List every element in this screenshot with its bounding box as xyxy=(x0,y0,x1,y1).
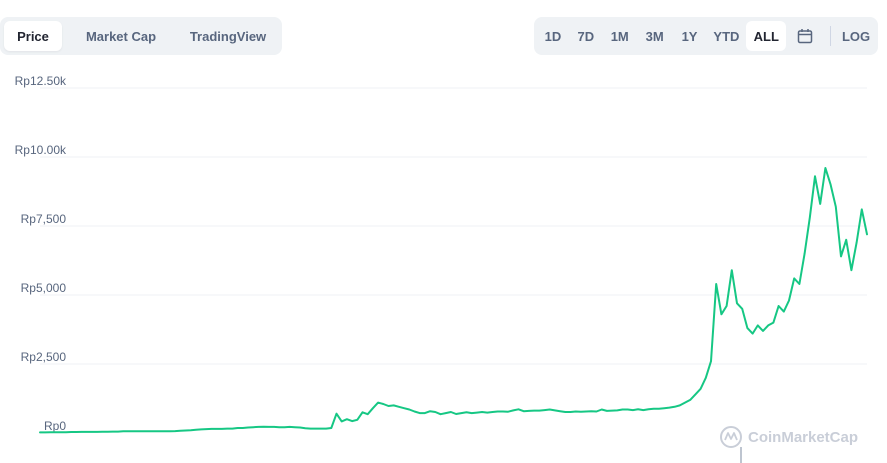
coinmarketcap-logo-icon xyxy=(720,426,742,448)
y-tick-label: Rp5,000 xyxy=(21,281,67,295)
y-tick-label: Rp12.50k xyxy=(15,74,67,88)
y-tick-label: Rp7,500 xyxy=(21,212,67,226)
y-tick-label: Rp0 xyxy=(44,419,66,433)
price-series-line xyxy=(39,167,868,434)
watermark-text: CoinMarketCap xyxy=(748,429,858,446)
watermark: CoinMarketCap xyxy=(720,426,858,463)
price-chart: Rp0 Rp2,500 Rp5,000 Rp7,500 Rp10.00k Rp12.50k… xyxy=(15,74,868,463)
y-tick-label: Rp2,500 xyxy=(21,350,67,364)
y-tick-label: Rp10.00k xyxy=(15,143,67,157)
